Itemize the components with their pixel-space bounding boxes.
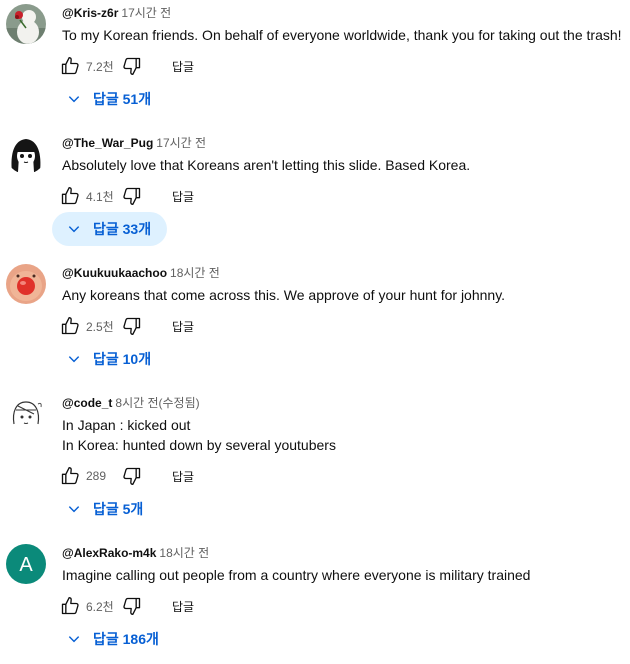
view-replies-button[interactable]: 답글 186개 — [52, 622, 175, 656]
comment-text: Any koreans that come across this. We ap… — [62, 287, 506, 303]
author-name[interactable]: @AlexRako-m4k — [62, 546, 156, 560]
like-count: 2.5천 — [86, 319, 114, 334]
comment-header: @AlexRako-m4k 18시간 전 — [62, 544, 626, 562]
comment-text-line: In Korea: hunted down by several youtube… — [62, 437, 336, 453]
thumbs-up-icon — [61, 467, 79, 485]
chevron-down-icon — [68, 506, 80, 513]
dislike-button[interactable] — [122, 316, 142, 336]
comment-actions: 6.2천 답글 — [60, 594, 194, 618]
like-button[interactable]: 289 — [60, 466, 118, 486]
chevron-down-icon — [68, 226, 80, 233]
comment-body: @The_War_Pug 17시간 전 Absolutely love that … — [62, 134, 626, 175]
chevron-down-icon — [68, 356, 80, 363]
comment-actions: 7.2천 답글 — [60, 54, 194, 78]
timestamp[interactable]: 17시간 전 — [156, 136, 206, 150]
like-button[interactable]: 7.2천 — [60, 56, 118, 76]
view-replies-button[interactable]: 답글 51개 — [52, 82, 167, 116]
comment-actions: 2.5천 답글 — [60, 314, 194, 338]
thumbs-down-icon — [123, 57, 141, 76]
thumbs-up-icon — [61, 597, 79, 615]
avatar[interactable] — [6, 4, 46, 44]
timestamp[interactable]: 8시간 전(수정됨) — [115, 396, 199, 410]
comment-body: @AlexRako-m4k 18시간 전 Imagine calling out … — [62, 544, 626, 585]
comment-header: @code_t 8시간 전(수정됨) — [62, 394, 626, 412]
red-nose-face-avatar — [6, 264, 46, 304]
author-name[interactable]: @The_War_Pug — [62, 136, 153, 150]
dislike-button[interactable] — [122, 56, 142, 76]
chevron-down-icon — [68, 96, 80, 103]
like-button[interactable]: 2.5천 — [60, 316, 118, 336]
comment-header: @Kuukuukaachoo 18시간 전 — [62, 264, 626, 282]
reply-button[interactable]: 답글 — [172, 318, 194, 335]
like-count: 7.2천 — [86, 59, 114, 74]
letter-a-avatar: A — [6, 544, 46, 584]
view-replies-button[interactable]: 답글 10개 — [52, 342, 167, 376]
dislike-button[interactable] — [122, 186, 142, 206]
view-replies-button[interactable]: 답글 5개 — [52, 492, 159, 526]
like-button[interactable]: 4.1천 — [60, 186, 118, 206]
timestamp[interactable]: 18시간 전 — [170, 266, 220, 280]
comment-body: @Kris-z6r 17시간 전 To my Korean friends. On… — [62, 4, 626, 45]
thumbs-down-icon — [123, 467, 141, 485]
sketch-character-avatar — [6, 394, 46, 434]
dislike-button[interactable] — [122, 466, 142, 486]
replies-count-label: 답글 51개 — [93, 91, 152, 107]
portrait-red-rose-avatar — [6, 4, 46, 44]
replies-count-label: 답글 186개 — [93, 631, 159, 647]
thumbs-down-icon — [123, 317, 141, 335]
comment-text: In Japan : kicked out — [62, 417, 191, 433]
anime-girl-avatar — [6, 134, 46, 174]
comment-actions: 4.1천 답글 — [60, 184, 194, 208]
avatar[interactable]: A — [6, 544, 46, 584]
replies-count-label: 답글 5개 — [93, 501, 144, 517]
comment-header: @The_War_Pug 17시간 전 — [62, 134, 626, 152]
avatar[interactable] — [6, 134, 46, 174]
timestamp[interactable]: 17시간 전 — [121, 6, 171, 20]
view-replies-button[interactable]: 답글 33개 — [52, 212, 168, 246]
thumbs-down-icon — [123, 187, 141, 205]
timestamp[interactable]: 18시간 전 — [159, 546, 209, 560]
replies-count-label: 답글 33개 — [93, 221, 152, 237]
reply-button[interactable]: 답글 — [172, 468, 194, 485]
reply-button[interactable]: 답글 — [172, 598, 194, 615]
like-button[interactable]: 6.2천 — [60, 596, 118, 616]
avatar-letter: A — [19, 554, 33, 576]
comment-text: Imagine calling out people from a countr… — [62, 567, 531, 583]
comment-body: @Kuukuukaachoo 18시간 전 Any koreans that co… — [62, 264, 626, 305]
comment-text: Absolutely love that Koreans aren't lett… — [62, 157, 471, 173]
thumbs-up-icon — [61, 187, 79, 205]
thumbs-up-icon — [61, 57, 79, 75]
thumbs-up-icon — [61, 317, 79, 335]
like-count: 4.1천 — [86, 189, 114, 204]
thumbs-down-icon — [123, 597, 141, 615]
like-count: 289 — [86, 469, 107, 483]
replies-count-label: 답글 10개 — [93, 351, 152, 367]
comment-body: @code_t 8시간 전(수정됨) In Japan : kicked out … — [62, 394, 626, 455]
avatar[interactable] — [6, 394, 46, 434]
comment-header: @Kris-z6r 17시간 전 — [62, 4, 626, 22]
author-name[interactable]: @Kuukuukaachoo — [62, 266, 167, 280]
comment-actions: 289 답글 — [60, 464, 194, 488]
reply-button[interactable]: 답글 — [172, 58, 194, 75]
like-count: 6.2천 — [86, 599, 114, 614]
comment-text: To my Korean friends. On behalf of every… — [62, 27, 622, 43]
chevron-down-icon — [68, 636, 80, 643]
author-name[interactable]: @Kris-z6r — [62, 6, 118, 20]
dislike-button[interactable] — [122, 596, 142, 616]
avatar[interactable] — [6, 264, 46, 304]
author-name[interactable]: @code_t — [62, 396, 112, 410]
reply-button[interactable]: 답글 — [172, 188, 194, 205]
